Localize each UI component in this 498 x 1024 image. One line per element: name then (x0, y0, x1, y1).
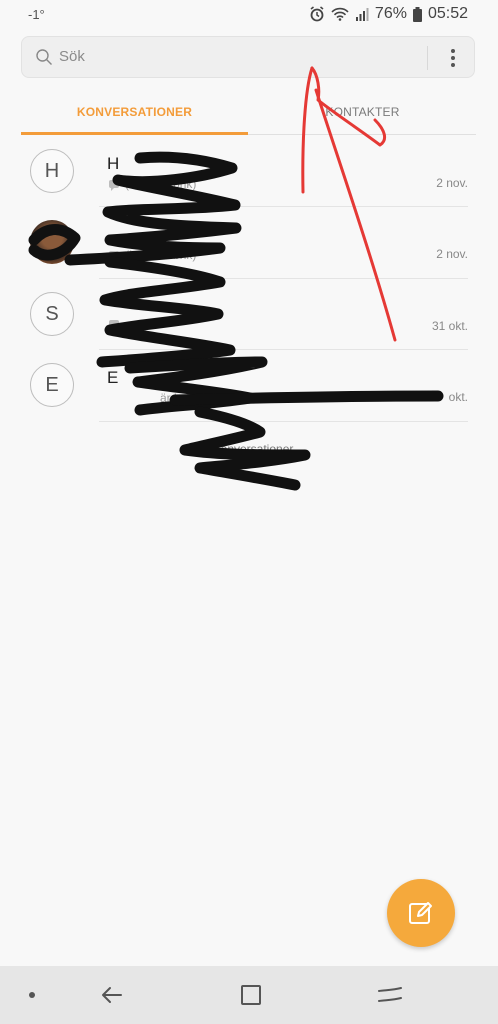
navigation-bar (0, 966, 498, 1024)
black-scribble-redaction (28, 151, 444, 491)
compose-button[interactable] (387, 879, 455, 947)
back-icon[interactable] (97, 981, 127, 1009)
red-arrow-annotation (301, 66, 397, 342)
dot-icon[interactable] (17, 981, 47, 1009)
home-icon[interactable] (375, 981, 405, 1009)
compose-icon (409, 902, 432, 924)
recents-icon[interactable] (236, 981, 266, 1009)
annotation-overlay (28, 66, 444, 491)
